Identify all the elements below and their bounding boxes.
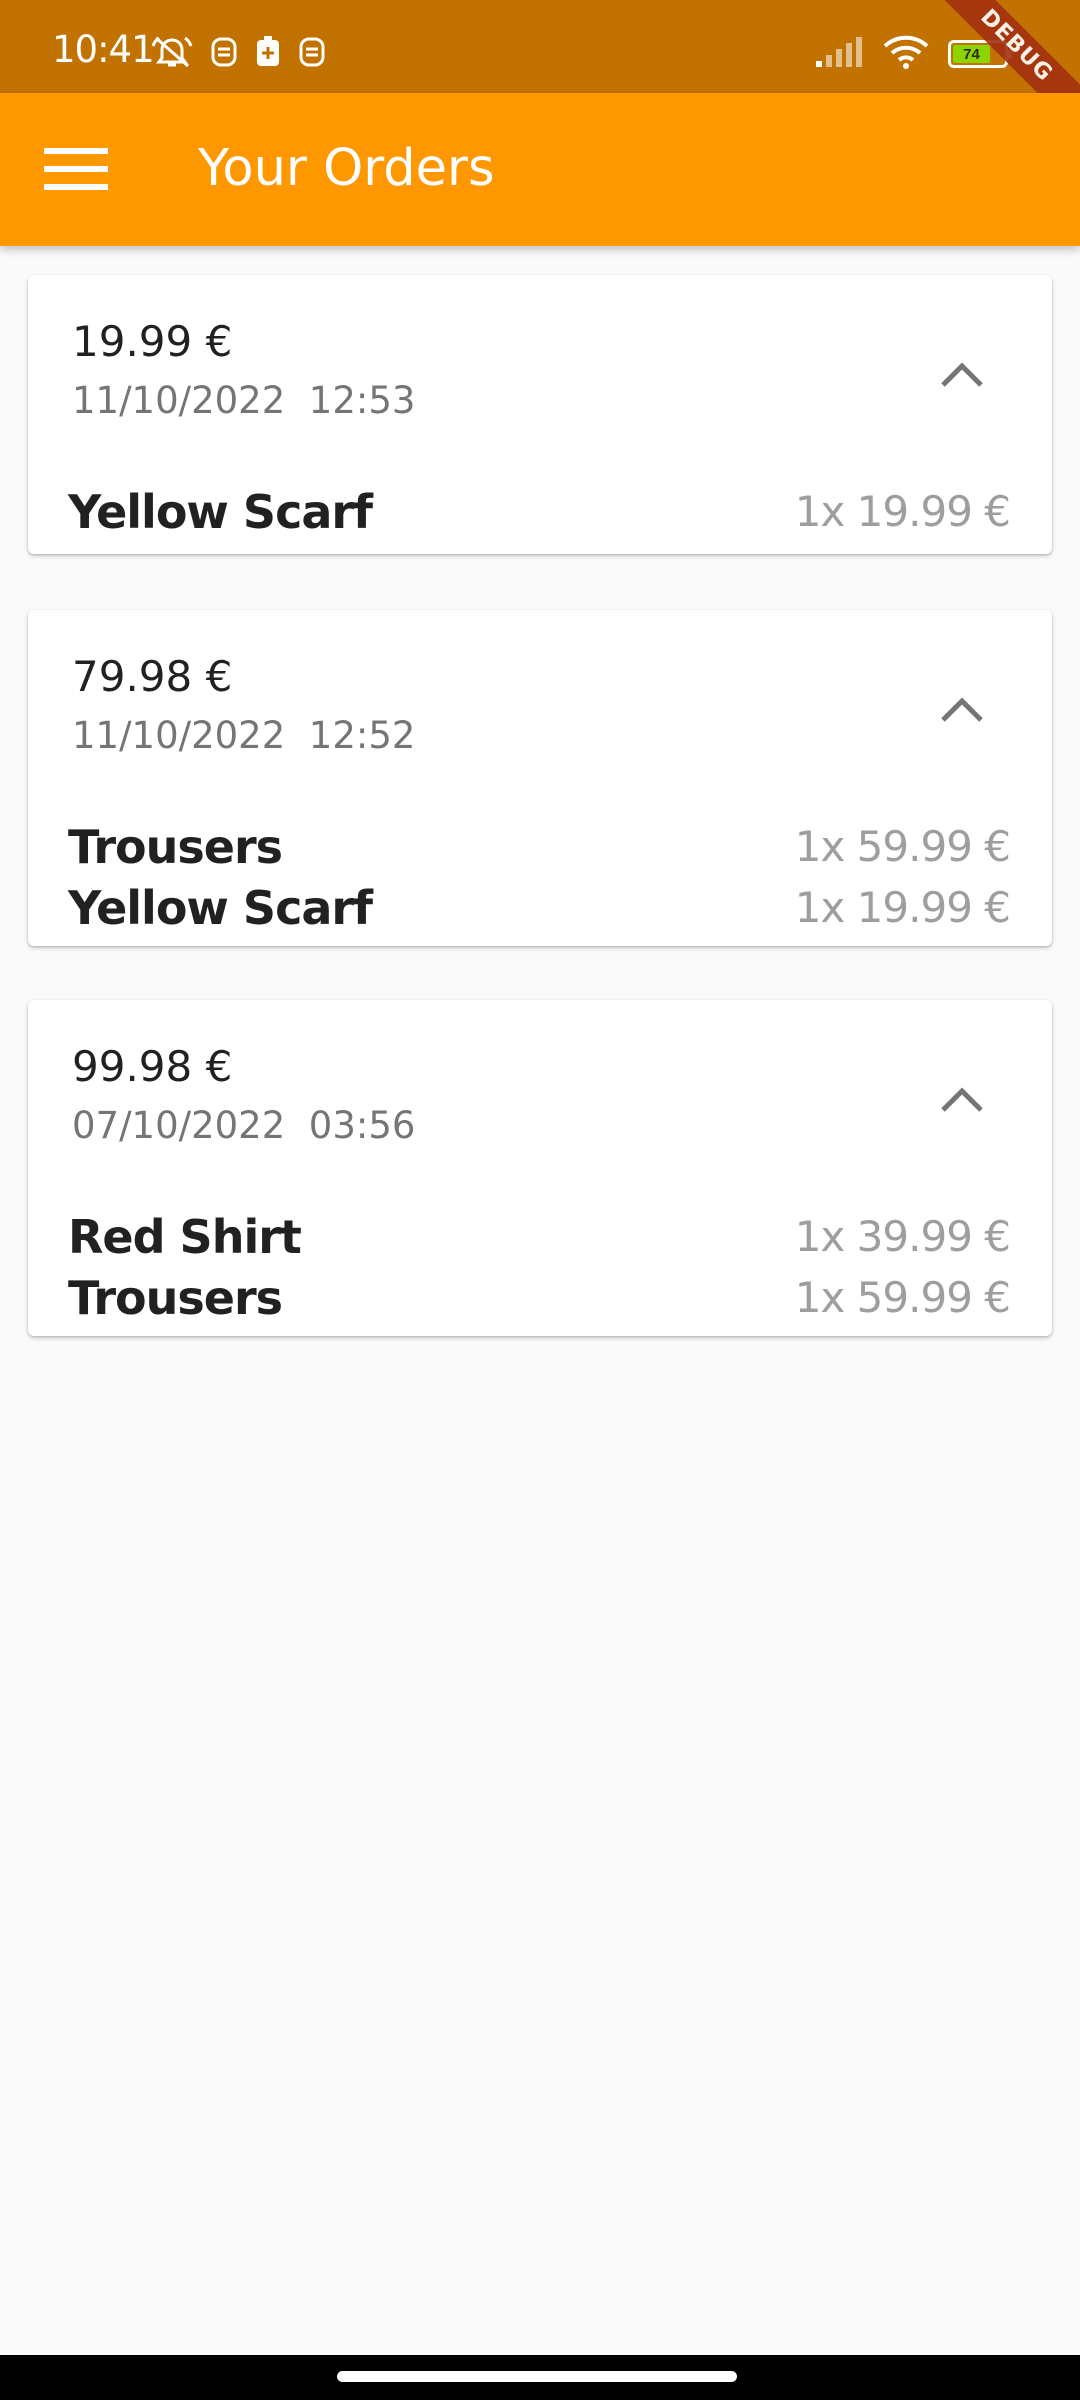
navigation-bar xyxy=(0,2355,1080,2400)
order-item-row: Yellow Scarf 1x 19.99 € xyxy=(68,481,1011,542)
order-date: 11/10/2022 12:53 xyxy=(72,379,416,422)
battery-level: 74 xyxy=(953,45,990,63)
order-date: 07/10/2022 03:56 xyxy=(72,1104,416,1147)
item-qty-price: 1x 19.99 € xyxy=(794,487,1011,536)
order-card: 79.98 € 11/10/2022 12:52 Trousers 1x 59.… xyxy=(28,610,1052,946)
status-time: 10:41 xyxy=(52,28,155,71)
order-items: Trousers 1x 59.99 € Yellow Scarf 1x 19.9… xyxy=(68,816,1011,938)
status-icons-right: 74 xyxy=(814,34,1012,74)
home-indicator[interactable] xyxy=(337,2371,737,2382)
order-item-row: Trousers 1x 59.99 € xyxy=(68,816,1011,877)
collapse-button[interactable] xyxy=(924,338,1000,414)
collapse-button[interactable] xyxy=(924,1063,1000,1139)
item-qty-price: 1x 39.99 € xyxy=(794,1212,1011,1261)
chevron-up-icon xyxy=(940,695,984,727)
wifi-icon xyxy=(882,34,930,74)
status-bar: 10:41 74 DEBUG xyxy=(0,0,1080,93)
alarm-off-icon xyxy=(150,34,194,74)
order-total: 79.98 € xyxy=(72,652,233,701)
item-name: Yellow Scarf xyxy=(68,484,373,539)
item-name: Trousers xyxy=(68,1270,283,1325)
order-total: 19.99 € xyxy=(72,317,233,366)
app-bar: Your Orders xyxy=(0,93,1080,246)
app-notification-icon xyxy=(210,35,238,73)
collapse-button[interactable] xyxy=(924,673,1000,749)
item-name: Red Shirt xyxy=(68,1209,302,1264)
order-total: 99.98 € xyxy=(72,1042,233,1091)
chevron-up-icon xyxy=(940,360,984,392)
chevron-up-icon xyxy=(940,1085,984,1117)
item-qty-price: 1x 59.99 € xyxy=(794,822,1011,871)
order-item-row: Trousers 1x 59.99 € xyxy=(68,1267,1011,1328)
page-title: Your Orders xyxy=(198,139,495,198)
order-date: 11/10/2022 12:52 xyxy=(72,714,416,757)
order-item-row: Red Shirt 1x 39.99 € xyxy=(68,1206,1011,1267)
menu-button[interactable] xyxy=(30,125,122,217)
menu-icon xyxy=(44,146,108,196)
app-notification-icon xyxy=(298,35,326,73)
order-items: Red Shirt 1x 39.99 € Trousers 1x 59.99 € xyxy=(68,1206,1011,1328)
item-name: Yellow Scarf xyxy=(68,880,373,935)
order-card: 99.98 € 07/10/2022 03:56 Red Shirt 1x 39… xyxy=(28,1000,1052,1336)
item-qty-price: 1x 59.99 € xyxy=(794,1273,1011,1322)
battery-saver-icon xyxy=(254,35,282,73)
order-card: 19.99 € 11/10/2022 12:53 Yellow Scarf 1x… xyxy=(28,275,1052,554)
order-items: Yellow Scarf 1x 19.99 € xyxy=(68,481,1011,542)
status-icons-left xyxy=(150,34,326,74)
order-item-row: Yellow Scarf 1x 19.99 € xyxy=(68,877,1011,938)
item-qty-price: 1x 19.99 € xyxy=(794,883,1011,932)
signal-icon xyxy=(814,35,864,73)
item-name: Trousers xyxy=(68,819,283,874)
